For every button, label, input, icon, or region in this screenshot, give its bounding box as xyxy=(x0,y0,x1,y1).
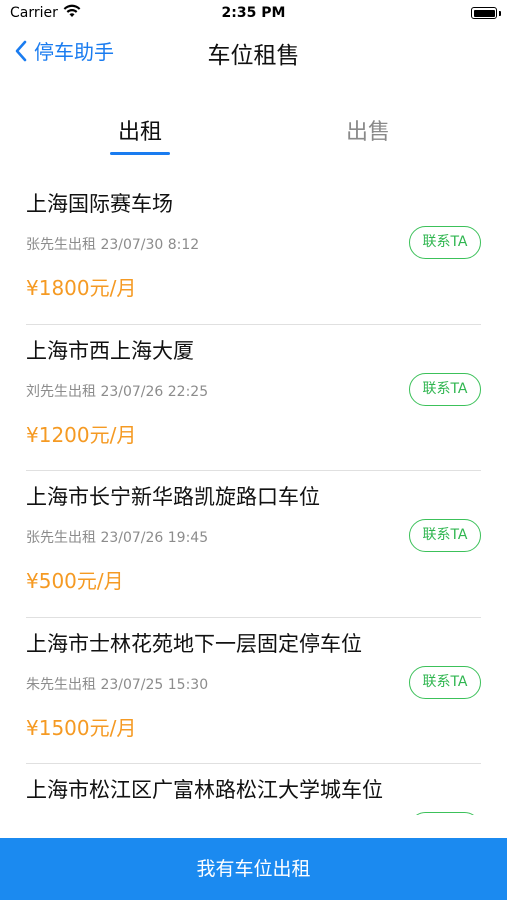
list-item[interactable]: 上海国际赛车场 张先生出租 23/07/30 8:12 ¥1800元/月 联系T… xyxy=(0,178,507,325)
listing-price: ¥1800元/月 xyxy=(26,276,137,300)
contact-button[interactable] xyxy=(409,812,481,815)
listing-title: 上海市松江区广富林路松江大学城车位 xyxy=(26,778,383,802)
page-title: 车位租售 xyxy=(207,43,300,69)
list-item[interactable]: 上海市长宁新华路凯旋路口车位 张先生出租 23/07/26 19:45 ¥500… xyxy=(0,471,507,618)
contact-button[interactable]: 联系TA xyxy=(409,226,481,259)
listing-title: 上海市士林花苑地下一层固定停车位 xyxy=(26,631,362,656)
listing-title: 上海市长宁新华路凯旋路口车位 xyxy=(26,485,320,509)
list-item[interactable]: 上海市士林花苑地下一层固定停车位 朱先生出租 23/07/25 15:30 ¥1… xyxy=(0,618,507,764)
listing-meta: 张先生出租 23/07/30 8:12 xyxy=(26,237,200,253)
listing-title: 上海市西上海大厦 xyxy=(26,338,194,363)
status-time: 2:35 PM xyxy=(221,5,286,21)
navigation-bar: 停车助手 车位租售 xyxy=(0,28,507,76)
contact-button[interactable]: 联系TA xyxy=(409,372,481,406)
contact-button[interactable]: 联系TA xyxy=(409,665,481,699)
list-item[interactable]: 上海市西上海大厦 刘先生出租 23/07/26 22:25 ¥1200元/月 联… xyxy=(0,325,507,471)
active-tab-indicator xyxy=(110,152,170,155)
rent-out-spot-button[interactable]: 我有车位出租 xyxy=(0,838,507,900)
tab-rent[interactable]: 出租 xyxy=(80,114,200,146)
list-item[interactable]: 上海市松江区广富林路松江大学城车位 xyxy=(0,764,507,815)
listing-price: ¥1200元/月 xyxy=(26,422,137,447)
battery-icon xyxy=(471,7,497,19)
battery-cap xyxy=(499,11,501,16)
listing-meta: 张先生出租 23/07/26 19:45 xyxy=(26,530,209,546)
tab-bar: 出租 出售 xyxy=(0,108,507,158)
listing-meta: 朱先生出租 23/07/25 15:30 xyxy=(26,676,209,693)
listing-meta: 刘先生出租 23/07/26 22:25 xyxy=(26,383,209,400)
contact-button[interactable]: 联系TA xyxy=(409,519,481,552)
status-bar: Carrier 2:35 PM xyxy=(0,0,507,28)
tab-sale[interactable]: 出售 xyxy=(308,114,428,146)
listing-price: ¥1500元/月 xyxy=(26,715,137,740)
listing-title: 上海国际赛车场 xyxy=(26,192,173,216)
listing-price: ¥500元/月 xyxy=(26,569,124,593)
listing-list[interactable]: 上海国际赛车场 张先生出租 23/07/30 8:12 ¥1800元/月 联系T… xyxy=(0,178,507,815)
